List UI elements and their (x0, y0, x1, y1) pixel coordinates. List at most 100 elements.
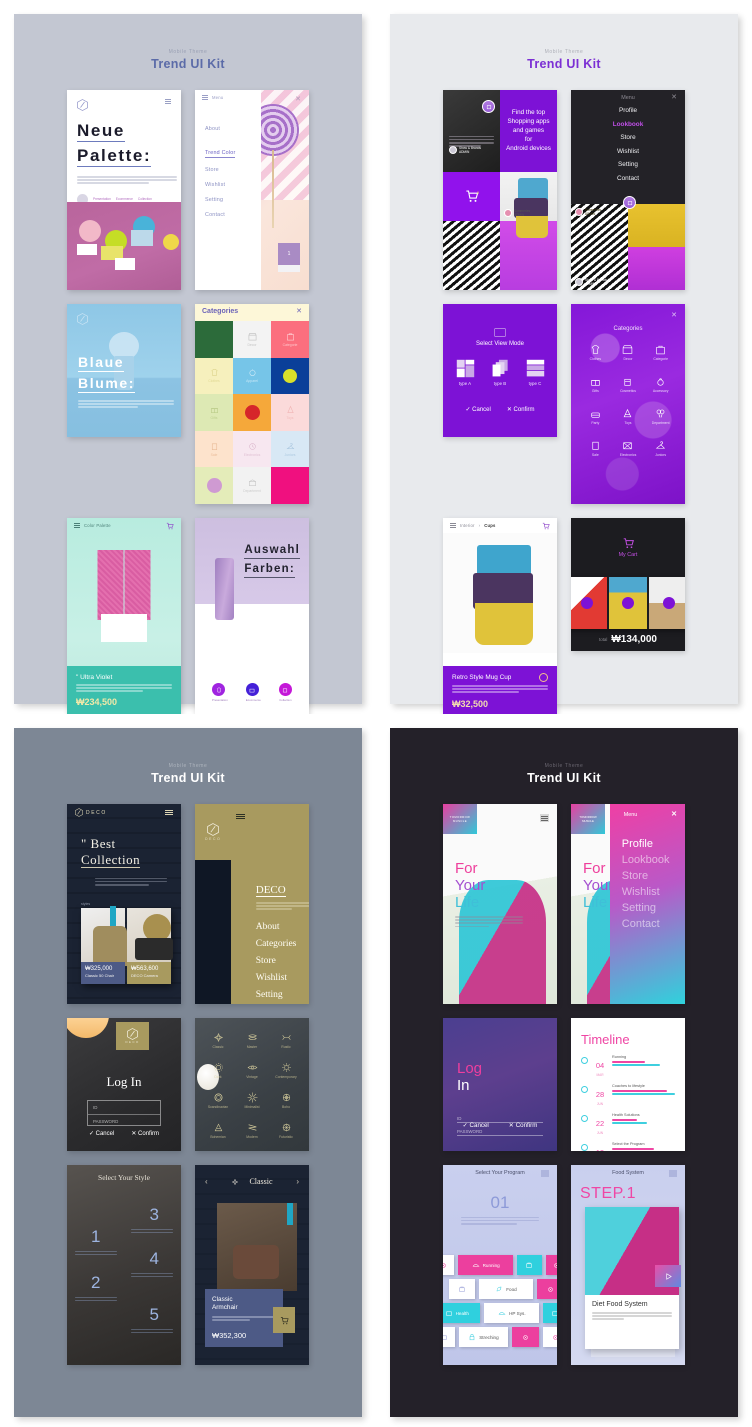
category-cell[interactable]: Categorie (644, 344, 677, 361)
screen-categories-purple[interactable]: ✕ Categories Clothes Decor Categorie Gif… (571, 304, 685, 504)
screen-timeline[interactable]: Timeline 04 MAR Running 28 JUN Coaches to … (571, 1018, 685, 1151)
grid-icon[interactable] (450, 523, 456, 528)
close-icon[interactable]: ✕ (671, 811, 677, 818)
style-cell[interactable]: Contemporary (269, 1062, 303, 1079)
category-cell[interactable] (271, 357, 309, 395)
program-tile[interactable]: HP Sys. (484, 1303, 540, 1323)
menu-item-wishlist[interactable]: Wishlist (256, 970, 309, 987)
category-cell[interactable]: Decor (612, 344, 645, 361)
screen-color-palette[interactable]: Color Palette " Ultra Violet ₩234,500 (67, 518, 181, 714)
category-cell[interactable]: Department (233, 467, 271, 504)
category-cell[interactable]: Decor (233, 321, 271, 358)
category-cell[interactable]: Accessory (644, 376, 677, 393)
cart-icon[interactable] (166, 522, 174, 530)
hamburger-icon[interactable] (540, 814, 549, 822)
program-tile[interactable] (443, 1327, 455, 1347)
bookmark-fab[interactable] (623, 196, 636, 209)
screen-classic-product[interactable]: ‹ › Classic Classic Armchair ₩352,300 (195, 1165, 309, 1365)
style-cell[interactable]: Modern (235, 1122, 269, 1139)
bookmark-fab[interactable] (482, 100, 495, 113)
style-cell[interactable]: Boho (269, 1092, 303, 1109)
category-cell[interactable]: Electronics (612, 440, 645, 457)
category-cell[interactable] (271, 467, 309, 504)
menu-item-setting[interactable]: Setting (571, 161, 685, 168)
category-cell[interactable]: Sale (579, 440, 612, 457)
view-type-a[interactable]: type A (456, 359, 475, 386)
program-tile[interactable] (537, 1279, 557, 1299)
timeline-row[interactable]: 04 MAR Running (581, 1055, 675, 1077)
menu-item-trend-color[interactable]: Trend Color (205, 150, 236, 158)
menu-item-contact[interactable]: Contact (205, 212, 261, 218)
category-cell[interactable]: Toys (271, 394, 309, 431)
screen-fitness-login[interactable]: Log In ID PASSWORD ✓ Cancel ✕ Confirm (443, 1018, 557, 1151)
cart-item[interactable] (649, 576, 685, 629)
cancel-button[interactable]: ✓ Cancel (465, 406, 490, 413)
style-cell[interactable]: Scandinavian (201, 1092, 235, 1109)
category-cell[interactable] (195, 321, 233, 358)
menu-item-profile[interactable]: Profile (622, 836, 685, 852)
add-to-cart-button[interactable] (273, 1307, 295, 1333)
category-cell[interactable] (195, 467, 233, 504)
style-number[interactable]: 2 (91, 1273, 100, 1293)
menu-icon[interactable] (74, 523, 80, 528)
play-button[interactable] (655, 1265, 681, 1287)
menu-item-setting[interactable]: Setting (256, 987, 309, 1004)
menu-item-wishlist[interactable]: Wishlist (622, 884, 685, 900)
menu-item-categories[interactable]: Categories (256, 936, 309, 953)
grid-icon[interactable] (541, 1169, 549, 1177)
screen-fitness-menu[interactable]: TOMORROW MUSCLE For Your Life Menu ✕ Pro… (571, 804, 685, 1004)
program-tile[interactable]: Streching (458, 1327, 509, 1347)
timeline-row[interactable]: 28 JUN Coaches to lifestyle (581, 1084, 675, 1106)
screen-select-program[interactable]: Select Your Program 01 Running Food Heal… (443, 1165, 557, 1365)
screen-blaue-blume[interactable]: Blaue Blume: (67, 304, 181, 437)
style-number[interactable]: 3 (150, 1205, 159, 1225)
menu-item-store[interactable]: Store (622, 868, 685, 884)
cancel-button[interactable]: ✓ Cancel (89, 1130, 114, 1137)
screen-product-mug[interactable]: Interior › Cups Retro Style Mug Cup ₩32,… (443, 518, 557, 714)
style-cell[interactable]: Dark (201, 1062, 235, 1079)
program-tile[interactable] (543, 1327, 557, 1347)
menu-icon[interactable] (165, 99, 171, 104)
cancel-button[interactable]: ✓ Cancel (463, 1122, 489, 1129)
screen-food-system[interactable]: Food System STEP.1 Diet Food System (571, 1165, 685, 1365)
password-input[interactable]: PASSWORD (88, 1114, 160, 1127)
info-icon[interactable] (539, 673, 548, 682)
grid-icon[interactable] (669, 1169, 677, 1177)
category-cell[interactable]: Categorie (271, 321, 309, 358)
program-tile[interactable]: Running (458, 1255, 513, 1275)
product-card[interactable]: ₩325,000 Classic 50 Chair (81, 906, 127, 984)
screen-for-your-life[interactable]: TOMORROW MUSCLE For Your Life (443, 804, 557, 1004)
program-tile[interactable] (449, 1279, 475, 1299)
screen-neue-palette[interactable]: Neue Palette: Presentation Ecommerce Col… (67, 90, 181, 290)
category-cell[interactable]: Cosmetics (612, 376, 645, 393)
id-input[interactable]: ID (88, 1101, 160, 1114)
menu-item-wishlist[interactable]: Wishlist (571, 148, 685, 155)
confirm-button[interactable]: ✕ Confirm (509, 1122, 538, 1129)
style-number[interactable]: 5 (150, 1305, 159, 1325)
cart-item[interactable] (571, 576, 607, 629)
menu-item-store[interactable]: Store (256, 953, 309, 970)
style-cell[interactable]: Minimalist (235, 1092, 269, 1109)
menu-item-setting[interactable]: Setting (622, 900, 685, 916)
category-cell[interactable]: Sale (195, 430, 233, 468)
category-cell[interactable]: Juniors (271, 430, 309, 468)
menu-item-lookbook[interactable]: Lookbook (622, 852, 685, 868)
cart-icon[interactable] (542, 522, 550, 530)
style-cell[interactable]: Bohemian (201, 1122, 235, 1139)
menu-item-lookbook[interactable]: Lookbook (571, 121, 685, 128)
screen-dark-menu[interactable]: Show & Brands ADMIN Summeries ADMIN Menu ✕… (571, 90, 685, 290)
menu-item-wishlist[interactable]: Wishlist (205, 182, 261, 188)
program-tile[interactable] (543, 1303, 557, 1323)
view-type-b[interactable]: type B (491, 359, 510, 386)
screen-select-view-mode[interactable]: Select View Mode type A type B type C ✓ … (443, 304, 557, 437)
screen-deco-menu[interactable]: DECO DECO About Categories Store Wishlis… (195, 804, 309, 1004)
screen-deco-login[interactable]: DECO Log In ID PASSWORD ✓ Cancel ✕ Confi… (67, 1018, 181, 1151)
close-icon[interactable]: ✕ (671, 312, 677, 319)
view-type-c[interactable]: type C (526, 359, 545, 386)
screen-best-collection[interactable]: DECO " Best Collection styles ₩325,000 C… (67, 804, 181, 1004)
style-cell[interactable]: Vintage (235, 1062, 269, 1079)
program-tile[interactable]: Food (479, 1279, 533, 1299)
cart-item[interactable] (608, 576, 648, 629)
style-cell[interactable]: Futuristic (269, 1122, 303, 1139)
program-tile[interactable] (443, 1255, 455, 1275)
